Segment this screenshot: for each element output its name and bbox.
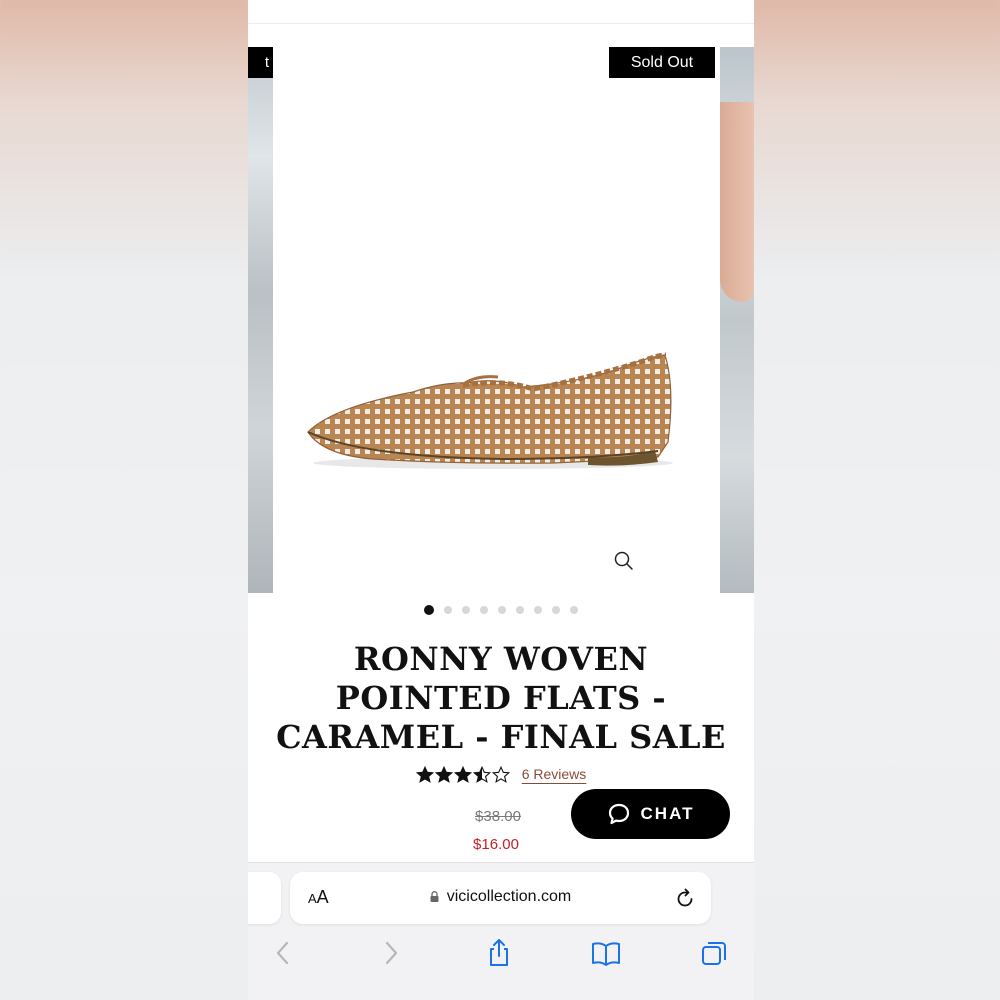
background-right [754,0,1000,1000]
carousel-dot[interactable] [480,606,488,614]
chat-label: CHAT [640,804,695,823]
chat-button[interactable]: CHAT [571,789,730,839]
product-image-slide[interactable]: Sold Out [273,47,720,593]
rating-row: 6 Reviews [248,762,754,786]
next-slide-model-image [720,102,754,302]
product-title: RONNY WOVEN POINTED FLATS - CARAMEL - FI… [276,640,726,756]
carousel-dot[interactable] [498,606,506,614]
reload-icon[interactable] [675,887,695,909]
star-rating [415,765,510,783]
share-icon[interactable] [484,938,514,968]
prev-slide-badge-fragment: t [248,47,273,78]
lock-icon [430,891,439,902]
carousel-prev-slide[interactable]: t [248,47,273,593]
bookmarks-icon[interactable] [591,938,621,968]
star-full-icon [434,765,453,783]
phone-screen: t Sold Out RONNY WOVEN POINTED FLATS - C… [248,0,754,1000]
carousel-dot[interactable] [552,606,560,614]
reviews-link[interactable]: 6 Reviews [522,766,587,782]
carousel-dot[interactable] [444,606,452,614]
browser-nav-row [248,938,754,970]
carousel-next-slide[interactable] [720,47,754,593]
forward-icon[interactable] [376,938,406,968]
url-display[interactable]: vicicollection.com [290,888,711,906]
address-bar[interactable]: AA vicicollection.com [290,872,711,924]
star-full-icon [415,765,434,783]
carousel-dot[interactable] [570,606,578,614]
carousel-dot[interactable] [534,606,542,614]
url-text: vicicollection.com [446,888,572,905]
sold-out-badge: Sold Out [609,47,715,78]
previous-tab-fragment[interactable] [248,872,281,924]
background-left [0,0,248,1000]
star-full-icon [453,765,472,783]
top-strip [248,0,754,24]
back-icon[interactable] [268,938,298,968]
tabs-icon[interactable] [699,938,729,968]
carousel-dots[interactable] [248,605,754,616]
zoom-icon[interactable] [612,549,636,573]
chat-bubble-icon [608,803,629,825]
carousel-dot[interactable] [516,606,524,614]
star-half-icon [472,765,491,783]
star-empty-icon [491,765,510,783]
carousel-dot[interactable] [424,605,434,615]
woven-flat-shoe-image [307,352,673,469]
browser-toolbar: AA vicicollection.com [248,862,754,1000]
carousel-dot[interactable] [462,606,470,614]
